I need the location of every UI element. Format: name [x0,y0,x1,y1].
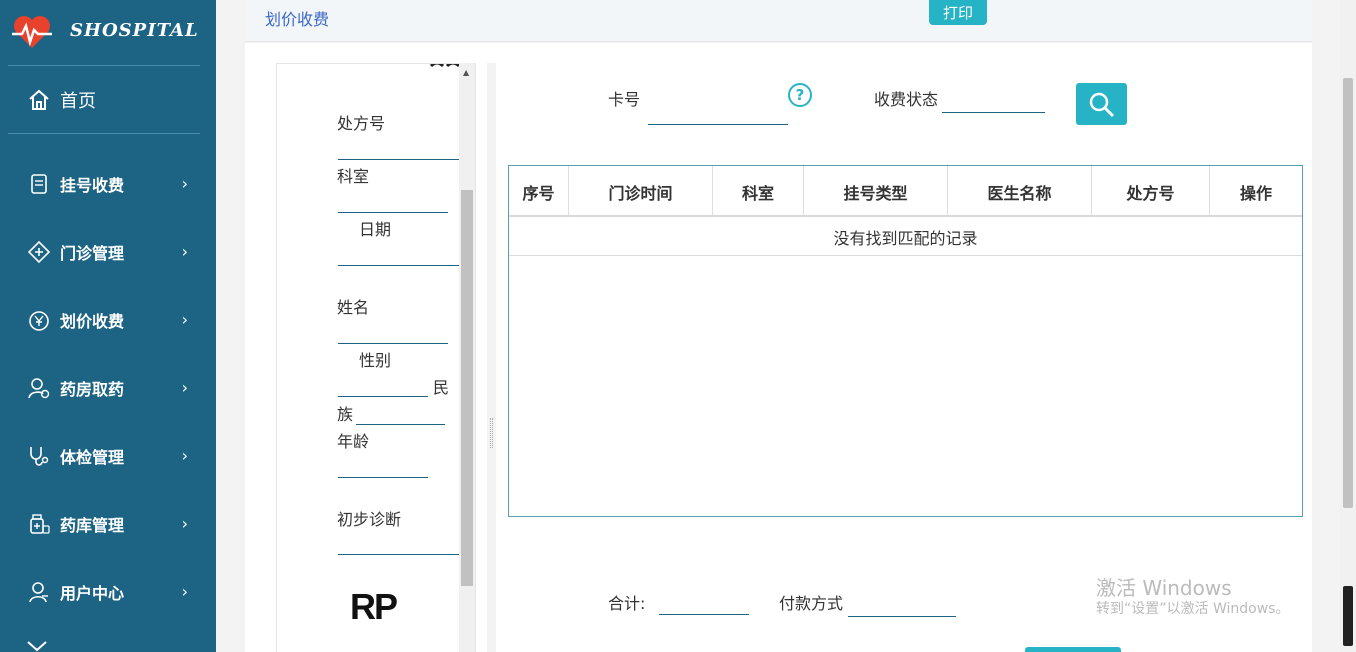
sidebar-item-label: 药房取药 [60,380,125,399]
sidebar-item-label: 划价收费 [60,312,125,331]
form-scrollbar-thumb[interactable] [461,190,473,586]
page-header: 划价收费 打印 [245,0,1312,42]
sidebar-item-label: 用户中心 [60,584,125,603]
table-header: 序号 门诊时间 科室 挂号类型 医生名称 处方号 操作 [509,166,1302,217]
pharmacy-user-icon [28,378,50,399]
search-icon [1089,92,1115,118]
register-icon [31,174,47,194]
windows-activation-hint: 转到“设置”以激活 Windows。 [1096,601,1290,617]
page-scrollbar-thumb[interactable] [1343,78,1353,508]
name-input[interactable] [338,343,448,344]
payment-status-input[interactable] [942,112,1045,113]
table-empty-message: 没有找到匹配的记录 [509,219,1302,256]
clinic-icon [28,241,50,263]
help-icon[interactable]: ? [788,83,812,107]
age-input[interactable] [338,477,428,478]
chevron-right-icon: › [181,446,188,465]
print-button[interactable]: 打印 [929,0,987,25]
card-no-input[interactable] [648,124,788,125]
gender-input[interactable] [338,396,428,397]
total-label: 合计: [608,594,646,613]
total-input[interactable] [659,614,749,615]
chevron-down-icon[interactable] [26,640,48,652]
column-header-department[interactable]: 科室 [713,166,804,217]
sidebar: SHOSPITAL 首页 挂号收费 › 门诊管理 › 划价收费 › 药房取药 ›… [0,0,216,652]
sidebar-item-pricing[interactable]: 划价收费 › [8,286,200,354]
ethnic-label-part2: 族 [337,405,354,424]
rp-symbol: RP [350,586,398,628]
scroll-up-arrow-icon[interactable]: ▲ [463,68,469,77]
chevron-right-icon: › [181,514,188,533]
sidebar-item-clinic[interactable]: 门诊管理 › [8,218,200,286]
sidebar-item-user-center[interactable]: 用户中心 › [8,558,200,626]
column-header-visit-time[interactable]: 门诊时间 [569,166,713,217]
sidebar-item-label: 挂号收费 [60,176,125,195]
rp-text: RP [350,586,398,627]
yuan-icon [29,311,49,331]
user-icon [29,582,48,603]
diagnosis-input[interactable] [338,554,459,555]
date-label: 日期 [359,220,392,239]
ethnic-label-part1: 民 [433,378,450,397]
department-input[interactable] [338,212,448,213]
chevron-right-icon: › [181,174,188,193]
date-input[interactable] [338,265,459,266]
logo[interactable]: SHOSPITAL [8,8,200,66]
splitter-grip[interactable] [490,418,493,448]
windows-activation-title: 激活 Windows [1096,576,1232,600]
sidebar-item-label: 体检管理 [60,448,125,467]
chevron-right-icon: › [181,242,188,261]
sidebar-item-label: 门诊管理 [60,244,125,263]
diagnosis-label: 初步诊断 [337,510,402,529]
heart-logo-icon [12,16,52,48]
sidebar-item-checkup[interactable]: 体检管理 › [8,422,200,490]
gender-label: 性别 [359,351,392,370]
column-header-doctor-name[interactable]: 医生名称 [948,166,1092,217]
column-header-prescription-no[interactable]: 处方号 [1092,166,1210,217]
brand-name: SHOSPITAL [70,20,199,41]
age-label: 年龄 [337,432,370,451]
name-label: 姓名 [337,298,370,317]
payment-method-input[interactable] [848,616,956,617]
sidebar-item-pharmacy[interactable]: 药房取药 › [8,354,200,422]
page-title: 划价收费 [265,10,330,29]
department-label: 科室 [337,167,370,186]
panel-splitter[interactable] [487,63,496,652]
records-table: 序号 门诊时间 科室 挂号类型 医生名称 处方号 操作 没有找到匹配的记录 [508,165,1303,517]
page-scrollbar-handle[interactable] [1343,586,1353,646]
page-scrollbar[interactable] [1340,0,1356,652]
ethnic-input[interactable] [356,424,445,425]
submit-button[interactable] [1025,647,1121,652]
home-label: 首页 [60,90,96,112]
chevron-right-icon: › [181,582,188,601]
column-header-actions[interactable]: 操作 [1210,166,1302,217]
sidebar-item-medicine-store[interactable]: 药库管理 › [8,490,200,558]
home-icon [29,89,49,110]
search-button[interactable] [1076,83,1127,125]
stethoscope-icon [30,447,49,466]
sidebar-item-home[interactable]: 首页 [8,66,200,134]
medicine-store-icon [30,514,50,534]
corner-decoration-icon [429,64,461,68]
payment-status-label: 收费状态 [874,90,939,109]
prescription-no-input[interactable] [338,159,459,160]
sidebar-item-register-fee[interactable]: 挂号收费 › [8,150,200,218]
payment-method-label: 付款方式 [779,594,844,613]
prescription-no-label: 处方号 [337,114,386,133]
chevron-right-icon: › [181,310,188,329]
card-no-label: 卡号 [608,90,641,109]
chevron-right-icon: › [181,378,188,397]
column-header-register-type[interactable]: 挂号类型 [804,166,948,217]
sidebar-item-label: 药库管理 [60,516,125,535]
column-header-index[interactable]: 序号 [509,166,569,217]
